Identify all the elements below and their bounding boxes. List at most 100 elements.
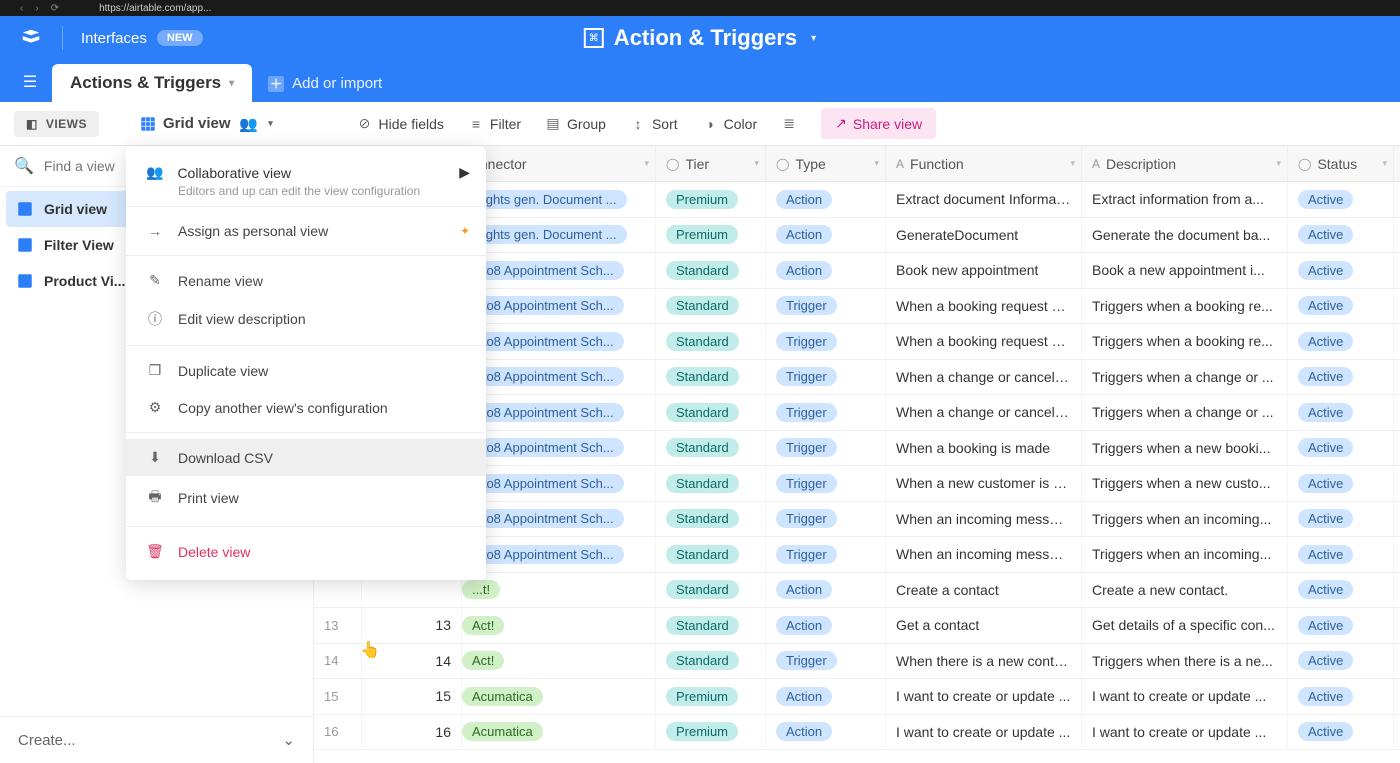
col-tier[interactable]: ◯Tier▾ [656, 146, 766, 181]
cm-download-csv[interactable]: ⬇ Download CSV [126, 439, 486, 476]
cell-type[interactable]: Action [766, 182, 886, 217]
cell-connector[interactable]: ...to8 Appointment Sch... [462, 253, 656, 288]
cell-function[interactable]: Create a contact [886, 573, 1082, 608]
cell-tier[interactable]: Standard [656, 466, 766, 501]
cell-type[interactable]: Action [766, 573, 886, 608]
cell-function[interactable]: Book new appointment [886, 253, 1082, 288]
cm-print-view[interactable]: 🖶 Print view [126, 476, 486, 520]
cell-type[interactable]: Trigger [766, 289, 886, 324]
cell-description[interactable]: Book a new appointment i... [1082, 253, 1288, 288]
cell-status[interactable]: Active [1288, 360, 1394, 395]
cell-connector[interactable]: ...to8 Appointment Sch... [462, 289, 656, 324]
cell-description[interactable]: Triggers when a change or ... [1082, 360, 1288, 395]
col-function[interactable]: AFunction▾ [886, 146, 1082, 181]
hide-fields-button[interactable]: ⊘ Hide fields [357, 116, 444, 132]
col-description[interactable]: ADescription▾ [1082, 146, 1288, 181]
cell-tier[interactable]: Premium [656, 182, 766, 217]
cm-collaborative-view[interactable]: 👥Collaborative view▶ Editors and up can … [126, 156, 486, 200]
cell-connector[interactable]: Acumatica [462, 679, 656, 714]
cm-duplicate-view[interactable]: ❐ Duplicate view [126, 352, 486, 389]
cell-connector[interactable]: ...ights gen. Document ... [462, 182, 656, 217]
create-view-button[interactable]: Create... ⌄ [0, 716, 313, 763]
cell-description[interactable]: Triggers when a booking re... [1082, 324, 1288, 359]
cell-tier[interactable]: Standard [656, 431, 766, 466]
cell-type[interactable]: Action [766, 253, 886, 288]
cell-function[interactable]: When a change or cancella... [886, 360, 1082, 395]
cell-status[interactable]: Active [1288, 395, 1394, 430]
cell-status[interactable]: Active [1288, 715, 1394, 750]
cm-rename-view[interactable]: ✎ Rename view [126, 262, 486, 299]
table-tab-active[interactable]: Actions & Triggers ▾ [52, 64, 252, 102]
cell-tier[interactable]: Standard [656, 395, 766, 430]
cm-copy-config[interactable]: ⚙ Copy another view's configuration [126, 389, 486, 426]
cm-delete-view[interactable]: 🗑 Delete view [126, 533, 486, 570]
cell-status[interactable]: Active [1288, 218, 1394, 253]
cell-function[interactable]: When a booking request di... [886, 324, 1082, 359]
base-title-button[interactable]: ⌘ Action & Triggers ▾ [584, 25, 816, 51]
cell-type[interactable]: Trigger [766, 502, 886, 537]
cell-function[interactable]: When a new customer is a... [886, 466, 1082, 501]
cell-type[interactable]: Trigger [766, 395, 886, 430]
table-row[interactable]: 1515AcumaticaPremiumActionI want to crea… [314, 679, 1400, 715]
cell-type[interactable]: Action [766, 218, 886, 253]
cell-connector[interactable]: ...to8 Appointment Sch... [462, 324, 656, 359]
cell-connector[interactable]: ...to8 Appointment Sch... [462, 431, 656, 466]
cell-status[interactable]: Active [1288, 253, 1394, 288]
cell-type[interactable]: Trigger [766, 324, 886, 359]
cell-status[interactable]: Active [1288, 502, 1394, 537]
cell-tier[interactable]: Standard [656, 573, 766, 608]
cell-type[interactable]: Action [766, 715, 886, 750]
cell-status[interactable]: Active [1288, 679, 1394, 714]
cell-type[interactable]: Action [766, 679, 886, 714]
share-view-button[interactable]: ↗ Share view [821, 108, 936, 139]
cell-connector[interactable]: Act! [462, 608, 656, 643]
cell-description[interactable]: Triggers when a change or ... [1082, 395, 1288, 430]
group-button[interactable]: ▤ Group [545, 116, 606, 132]
cell-status[interactable]: Active [1288, 644, 1394, 679]
cell-type[interactable]: Trigger [766, 360, 886, 395]
cell-function[interactable]: When a booking is made [886, 431, 1082, 466]
add-import-button[interactable]: ＋ Add or import [252, 65, 398, 102]
interfaces-link[interactable]: Interfaces [81, 30, 147, 47]
cm-assign-personal[interactable]: → Assign as personal view ✦ [126, 213, 486, 249]
cell-status[interactable]: Active [1288, 608, 1394, 643]
cell-connector[interactable]: Act! [462, 644, 656, 679]
row-height-button[interactable]: ≣ [781, 116, 797, 132]
table-row[interactable]: 1414Act!StandardTriggerWhen there is a n… [314, 644, 1400, 680]
cell-tier[interactable]: Standard [656, 253, 766, 288]
cell-description[interactable]: Generate the document ba... [1082, 218, 1288, 253]
menu-icon[interactable]: ☰ [14, 66, 46, 98]
cell-description[interactable]: I want to create or update ... [1082, 715, 1288, 750]
col-status[interactable]: ◯Status▾ [1288, 146, 1394, 181]
cell-tier[interactable]: Standard [656, 502, 766, 537]
cell-status[interactable]: Active [1288, 431, 1394, 466]
cell-type[interactable]: Trigger [766, 537, 886, 572]
airtable-logo-icon[interactable] [18, 25, 44, 51]
cell-description[interactable]: Triggers when there is a ne... [1082, 644, 1288, 679]
cell-function[interactable]: Extract document Informati... [886, 182, 1082, 217]
cell-status[interactable]: Active [1288, 537, 1394, 572]
cell-type[interactable]: Trigger [766, 644, 886, 679]
cell-function[interactable]: When an incoming messag... [886, 502, 1082, 537]
cell-connector[interactable]: ...to8 Appointment Sch... [462, 537, 656, 572]
cell-function[interactable]: Get a contact [886, 608, 1082, 643]
cell-description[interactable]: I want to create or update ... [1082, 679, 1288, 714]
cell-type[interactable]: Action [766, 608, 886, 643]
cell-connector[interactable]: ...t! [462, 573, 656, 608]
cell-function[interactable]: GenerateDocument [886, 218, 1082, 253]
cell-tier[interactable]: Premium [656, 715, 766, 750]
cell-status[interactable]: Active [1288, 466, 1394, 501]
back-icon[interactable]: ‹ [20, 3, 23, 14]
cell-function[interactable]: I want to create or update ... [886, 715, 1082, 750]
cell-type[interactable]: Trigger [766, 431, 886, 466]
table-row[interactable]: 1616AcumaticaPremiumActionI want to crea… [314, 715, 1400, 751]
cell-function[interactable]: When an incoming messag... [886, 537, 1082, 572]
col-connector[interactable]: Connector▾ [462, 146, 656, 181]
cell-description[interactable]: Triggers when a new booki... [1082, 431, 1288, 466]
cell-description[interactable]: Triggers when a booking re... [1082, 289, 1288, 324]
cell-tier[interactable]: Standard [656, 537, 766, 572]
cell-connector[interactable]: ...to8 Appointment Sch... [462, 360, 656, 395]
cell-description[interactable]: Get details of a specific con... [1082, 608, 1288, 643]
cell-function[interactable]: I want to create or update ... [886, 679, 1082, 714]
table-row[interactable]: 1313Act!StandardActionGet a contactGet d… [314, 608, 1400, 644]
